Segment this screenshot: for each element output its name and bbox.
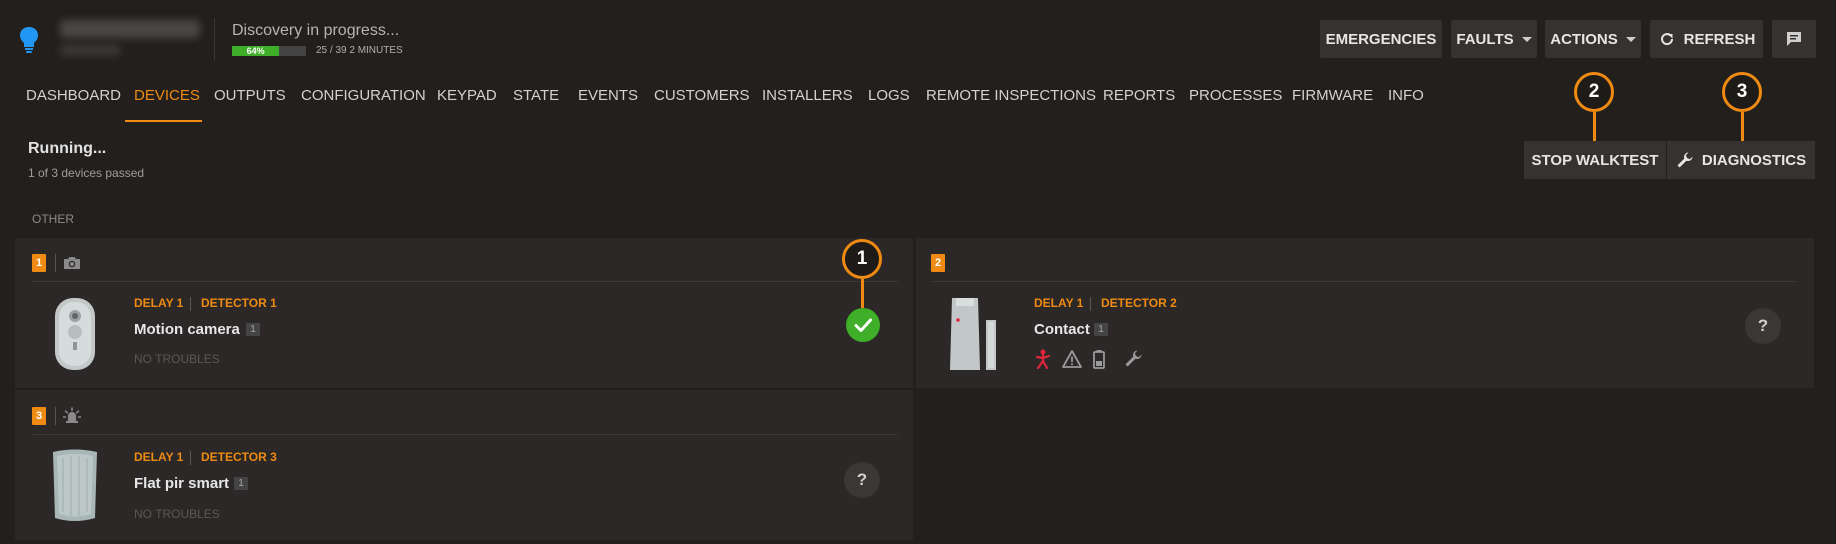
device-count-badge: 1	[246, 323, 260, 336]
discovery-progress-bar: 64%	[232, 46, 306, 56]
device-number: 3	[32, 407, 46, 425]
divider	[931, 281, 1797, 282]
troubles-text: NO TROUBLES	[134, 507, 220, 521]
progress-fill: 64%	[232, 46, 280, 56]
device-name: Contact	[1034, 321, 1090, 338]
blurred-panel-name	[60, 16, 200, 58]
callout-marker-2: 2	[1574, 72, 1614, 112]
delay-tag: DELAY 1	[134, 450, 184, 464]
siren-light-icon	[63, 407, 81, 423]
delay-tag: DELAY 1	[1034, 296, 1084, 310]
intrusion-icon	[1035, 349, 1051, 369]
detector-tag: DETECTOR 2	[1101, 296, 1177, 310]
divider	[55, 407, 56, 425]
lightbulb-icon	[20, 27, 38, 53]
divider	[32, 281, 898, 282]
passed-status	[846, 308, 880, 342]
device-count-badge: 1	[1094, 323, 1108, 336]
faults-button[interactable]: FAULTS	[1451, 20, 1537, 58]
detector-tag: DETECTOR 1	[201, 296, 277, 310]
emergencies-button[interactable]: EMERGENCIES	[1320, 20, 1442, 58]
wrench-icon	[1677, 152, 1693, 168]
callout-line-2	[1593, 112, 1596, 141]
unknown-status-button[interactable]: ?	[844, 462, 880, 498]
tab-reports[interactable]: REPORTS	[1103, 82, 1175, 122]
tab-state[interactable]: STATE	[513, 82, 559, 122]
tab-outputs[interactable]: OUTPUTS	[214, 82, 286, 122]
detector-tag: DETECTOR 3	[201, 450, 277, 464]
divider	[190, 297, 191, 311]
diagnostics-button[interactable]: DIAGNOSTICS	[1667, 141, 1815, 179]
warning-icon	[1062, 350, 1082, 368]
tab-configuration[interactable]: CONFIGURATION	[301, 82, 426, 122]
flat-pir-image	[53, 449, 97, 521]
checkmark-icon	[854, 318, 872, 332]
tab-events[interactable]: EVENTS	[578, 82, 638, 122]
tab-remote-inspections[interactable]: REMOTE INSPECTIONS	[926, 82, 1096, 122]
tab-dashboard[interactable]: DASHBOARD	[26, 82, 121, 122]
top-bar: Discovery in progress... 64% 25 / 39 2 M…	[0, 0, 1836, 78]
messages-button[interactable]	[1772, 20, 1816, 58]
device-card-contact[interactable]: 2 DELAY 1 DETECTOR 2 Contact 1 ?	[916, 238, 1814, 388]
callout-marker-1: 1	[842, 239, 882, 279]
contact-sensor-image	[950, 298, 996, 370]
divider	[32, 434, 898, 435]
progress-detail: 25 / 39 2 MINUTES	[316, 45, 403, 56]
wrench-icon	[1125, 350, 1142, 367]
callout-line-3	[1741, 112, 1744, 141]
discovery-status: Discovery in progress...	[232, 22, 400, 39]
tab-info[interactable]: INFO	[1388, 82, 1424, 122]
stop-walktest-button[interactable]: STOP WALKTEST	[1524, 141, 1666, 179]
device-number: 1	[32, 254, 46, 272]
battery-icon	[1093, 350, 1105, 369]
refresh-button[interactable]: REFRESH	[1650, 20, 1763, 58]
callout-marker-3: 3	[1722, 72, 1762, 112]
divider	[1090, 297, 1091, 311]
header-divider	[214, 18, 215, 60]
device-name: Motion camera	[134, 321, 240, 338]
camera-icon	[64, 257, 80, 269]
tab-processes[interactable]: PROCESSES	[1189, 82, 1282, 122]
actions-button[interactable]: ACTIONS	[1545, 20, 1641, 58]
unknown-status-button[interactable]: ?	[1745, 308, 1781, 344]
walktest-status: Running...	[28, 140, 107, 157]
divider	[55, 254, 56, 272]
section-label: OTHER	[32, 212, 74, 226]
motion-camera-image	[55, 298, 95, 370]
tab-logs[interactable]: LOGS	[868, 82, 910, 122]
device-number: 2	[931, 254, 945, 272]
main-nav: DASHBOARD DEVICES OUTPUTS CONFIGURATION …	[0, 78, 1836, 122]
device-card-flat-pir-smart[interactable]: 3 DELAY 1 DETECTOR 3 Flat pir smart 1 NO…	[15, 390, 913, 540]
tab-customers[interactable]: CUSTOMERS	[654, 82, 750, 122]
device-count-badge: 1	[234, 477, 248, 490]
device-name: Flat pir smart	[134, 475, 230, 492]
callout-line-1	[861, 279, 864, 308]
tab-installers[interactable]: INSTALLERS	[762, 82, 853, 122]
device-card-motion-camera[interactable]: 1 DELAY 1 DETECTOR 1 Motion camera 1 NO …	[15, 238, 913, 388]
tab-devices[interactable]: DEVICES	[134, 82, 200, 122]
divider	[190, 451, 191, 465]
tab-keypad[interactable]: KEYPAD	[437, 82, 497, 122]
chat-icon	[1787, 32, 1801, 46]
chevron-down-icon	[1625, 36, 1636, 42]
walktest-summary: 1 of 3 devices passed	[28, 166, 145, 180]
refresh-icon	[1660, 33, 1673, 46]
delay-tag: DELAY 1	[134, 296, 184, 310]
troubles-text: NO TROUBLES	[134, 352, 220, 366]
active-tab-indicator	[125, 120, 202, 122]
chevron-down-icon	[1521, 36, 1532, 42]
tab-firmware[interactable]: FIRMWARE	[1292, 82, 1373, 122]
